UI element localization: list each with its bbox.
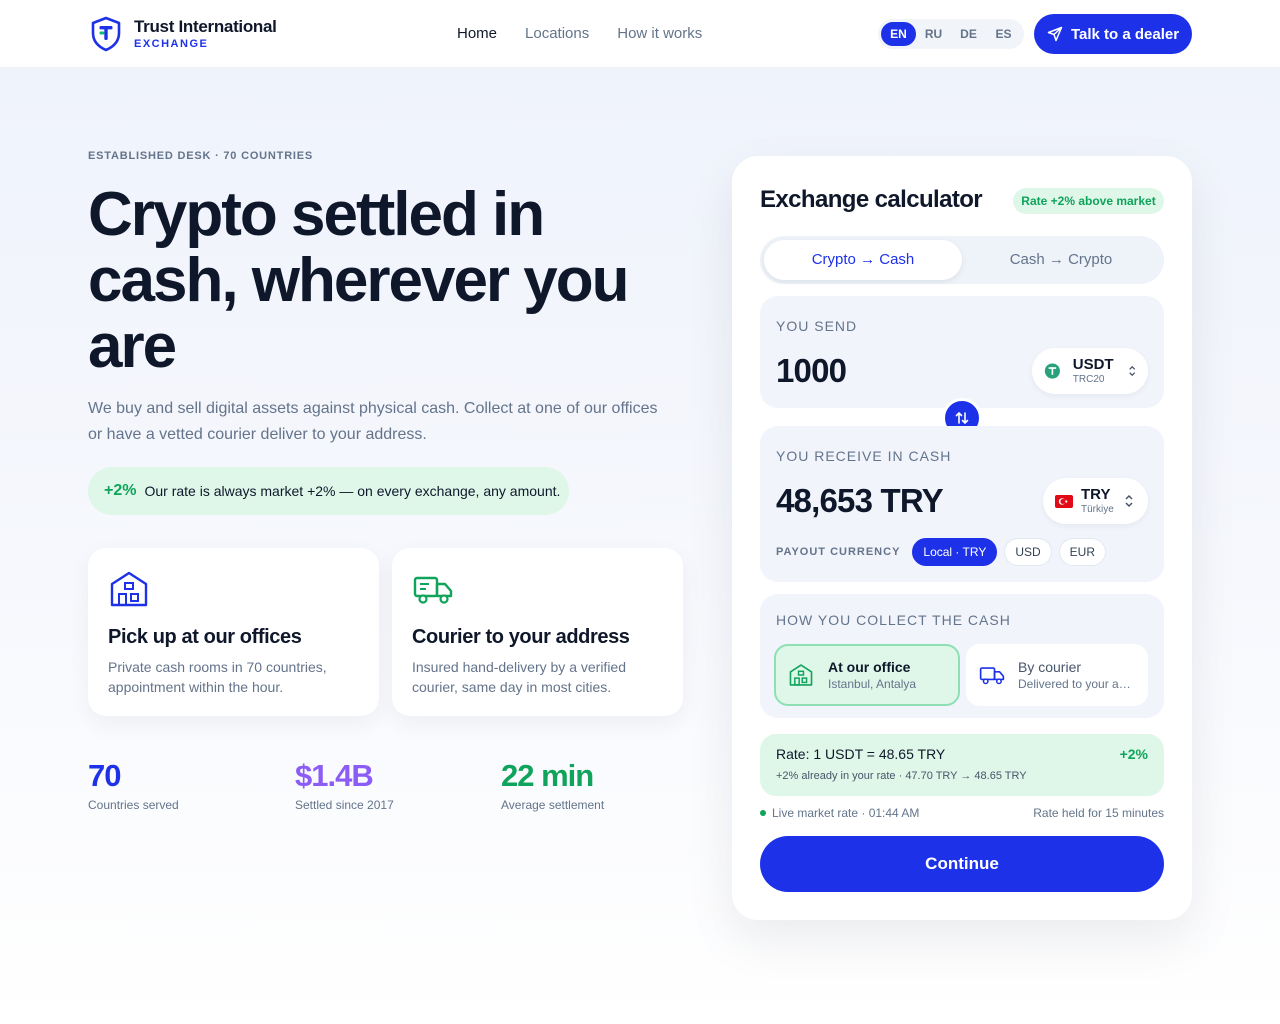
collect-label: HOW YOU COLLECT THE CASH (776, 612, 1011, 628)
rate-promise-pill: +2% Our rate is always market +2% — on e… (88, 467, 569, 515)
feature-title: Courier to your address (412, 626, 630, 648)
office-icon (110, 571, 148, 607)
hero-subtitle: We buy and sell digital assets against p… (88, 400, 658, 443)
rate-held-text: Rate held for 15 minutes (1033, 806, 1164, 820)
talk-to-dealer-button[interactable]: Talk to a dealer (1034, 14, 1192, 54)
stat-label: Settled since 2017 (295, 798, 394, 812)
calculator-title: Exchange calculator (760, 186, 983, 213)
swap-icon (955, 411, 969, 425)
rate-summary: Rate: 1 USDT = 48.65 TRY +2% already in … (760, 734, 1164, 796)
brand-name: Trust International (134, 17, 277, 36)
nav-home[interactable]: Home (457, 24, 497, 44)
live-rate-text: Live market rate · 01:44 AM (772, 806, 920, 820)
lang-de[interactable]: DE (951, 22, 986, 46)
receive-label: YOU RECEIVE IN CASH (776, 448, 952, 464)
collect-option-title: At our office (828, 659, 911, 675)
language-switcher: EN RU DE ES (878, 19, 1024, 49)
payout-currency-row: PAYOUT CURRENCY Local · TRY USD EUR (776, 538, 1113, 566)
feature-desc: Insured hand-delivery by a verified cour… (412, 659, 627, 695)
stat-value: $1.4B (295, 758, 374, 793)
collect-option-sub: Delivered to your address (1018, 677, 1134, 691)
truck-icon (979, 667, 1005, 685)
talk-to-dealer-label: Talk to a dealer (1070, 25, 1180, 43)
hero-title: Crypto settled in cash, wherever you are (88, 180, 630, 381)
stat-label: Countries served (88, 798, 179, 812)
feature-title: Pick up at our offices (108, 626, 302, 648)
send-currency-code: USDT (1072, 355, 1114, 373)
payout-label: PAYOUT CURRENCY (776, 546, 901, 558)
direction-toggle: Crypto → Cash Cash → Crypto (760, 236, 1164, 284)
collect-option-courier[interactable]: By courier Delivered to your address (966, 644, 1148, 706)
receive-amount: 48,653 TRY (776, 482, 944, 519)
chevron-updown-icon (1128, 365, 1135, 377)
rate-premium-badge: +2% (1119, 746, 1148, 762)
feature-card-courier[interactable]: Courier to your address Insured hand-del… (392, 548, 683, 716)
payout-chip-local-try[interactable]: Local · TRY (912, 538, 998, 566)
receive-box: YOU RECEIVE IN CASH 48,653 TRY TRY Türki… (760, 426, 1164, 582)
collect-box: HOW YOU COLLECT THE CASH At our office I… (760, 594, 1164, 718)
turkey-flag-icon (1055, 494, 1073, 508)
rate-badge: Rate +2% above market (1013, 188, 1164, 214)
shield-logo-icon (91, 16, 121, 52)
payout-chip-usd[interactable]: USD (1004, 538, 1052, 566)
tab-crypto-to-cash[interactable]: Crypto → Cash (764, 240, 962, 280)
stat-countries: 70 Countries served (88, 758, 179, 812)
nav-locations[interactable]: Locations (525, 24, 589, 44)
send-icon (1047, 26, 1063, 42)
stat-label: Average settlement (501, 798, 605, 812)
send-currency-network: TRC20 (1072, 373, 1105, 385)
feature-desc: Private cash rooms in 70 countries, appo… (108, 659, 327, 695)
main-nav: Home Locations How it works (457, 24, 702, 44)
tab-cash-to-crypto[interactable]: Cash → Crypto (962, 240, 1160, 280)
brand-tagline: EXCHANGE (134, 38, 209, 50)
receive-currency-select[interactable]: TRY Türkiye (1043, 478, 1148, 524)
send-label: YOU SEND (776, 318, 858, 334)
rate-detail: +2% already in your rate · 47.70 TRY → 4… (776, 770, 1027, 782)
stat-value: 22 min (501, 758, 594, 793)
stat-settled: $1.4B Settled since 2017 (295, 758, 394, 812)
lang-ru[interactable]: RU (916, 22, 951, 46)
top-header: Trust International EXCHANGE Home Locati… (0, 0, 1280, 68)
send-box: YOU SEND 1000 USDT TRC20 (760, 296, 1164, 408)
stat-value: 70 (88, 758, 121, 793)
send-currency-select[interactable]: USDT TRC20 (1032, 348, 1148, 394)
nav-how-it-works[interactable]: How it works (617, 24, 702, 44)
receive-currency-code: TRY (1081, 485, 1111, 503)
lang-en[interactable]: EN (881, 22, 916, 46)
stat-average-settlement: 22 min Average settlement (501, 758, 604, 812)
truck-icon (413, 576, 453, 604)
brand-logo[interactable]: Trust International EXCHANGE (90, 16, 277, 52)
live-rate-indicator: Live market rate · 01:44 AM (760, 806, 919, 820)
receive-currency-country: Türkiye (1081, 503, 1114, 515)
hero-eyebrow: ESTABLISHED DESK · 70 COUNTRIES (88, 150, 314, 162)
exchange-calculator-card: Exchange calculator Rate +2% above marke… (732, 156, 1192, 920)
payout-chip-eur[interactable]: EUR (1058, 538, 1107, 566)
collect-option-title: By courier (1018, 659, 1082, 675)
lang-es[interactable]: ES (986, 22, 1021, 46)
live-dot-icon (760, 810, 766, 816)
tether-icon (1044, 363, 1060, 379)
chevron-updown-icon (1125, 494, 1133, 508)
feature-card-offices[interactable]: Pick up at our offices Private cash room… (88, 548, 379, 716)
collect-option-office[interactable]: At our office Istanbul, Antalya (774, 644, 960, 706)
office-icon (789, 664, 813, 686)
rate-line: Rate: 1 USDT = 48.65 TRY (776, 746, 946, 762)
collect-option-sub: Istanbul, Antalya (828, 677, 917, 691)
send-amount-input[interactable]: 1000 (776, 352, 847, 390)
continue-button[interactable]: Continue (760, 836, 1164, 892)
rate-promise-value: +2% (104, 482, 137, 499)
rate-promise-text: Our rate is always market +2% — on every… (144, 483, 561, 499)
